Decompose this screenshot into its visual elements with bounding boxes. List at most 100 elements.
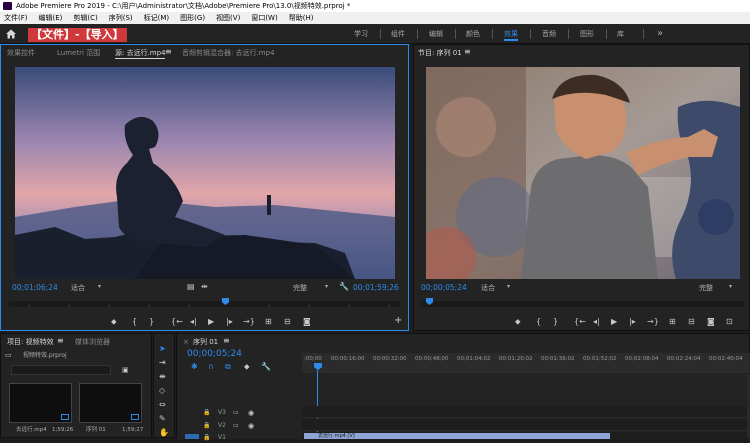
chevron-down-icon[interactable]: ▾ xyxy=(729,282,732,292)
menu-help[interactable]: 帮助(H) xyxy=(289,12,314,24)
clip-thumbnail[interactable] xyxy=(9,383,72,423)
tab-menu-icon[interactable]: ≡ xyxy=(464,47,471,57)
camera-icon[interactable]: ◙ xyxy=(707,317,715,327)
chevron-down-icon[interactable]: ▾ xyxy=(98,282,101,292)
workspace-audio[interactable]: 音频 xyxy=(542,24,556,44)
program-timecode[interactable]: 00;00;05;24 xyxy=(421,283,467,293)
search-input[interactable] xyxy=(11,365,111,375)
tab-program[interactable]: 节目: 序列 01 xyxy=(418,48,462,58)
tab-source[interactable]: 源: 去远行.mp4 xyxy=(115,48,166,58)
eye-icon[interactable]: ◉ xyxy=(248,408,254,418)
program-quality-dropdown[interactable]: 完整 xyxy=(699,283,713,293)
menu-view[interactable]: 视图(V) xyxy=(216,12,240,24)
tab-audio-clip-mixer[interactable]: 音频剪辑混合器: 去远行.mp4 xyxy=(182,48,275,58)
compare-icon[interactable]: ⊡ xyxy=(726,317,733,327)
ripple-edit-tool-icon[interactable]: ⇼ xyxy=(159,372,166,382)
workspace-assembly[interactable]: 组件 xyxy=(391,24,405,44)
chevron-down-icon[interactable]: ▾ xyxy=(507,282,510,292)
tab-menu-icon[interactable]: ≡ xyxy=(165,47,172,57)
menu-edit[interactable]: 编辑(E) xyxy=(39,12,63,24)
sync-lock-icon[interactable]: ▭ xyxy=(233,421,239,431)
workspace-color[interactable]: 颜色 xyxy=(466,24,480,44)
snap-icon[interactable]: ∩ xyxy=(208,362,214,372)
program-time-ruler[interactable] xyxy=(420,301,745,307)
selection-tool-icon[interactable]: ➤ xyxy=(159,344,166,354)
insert-icon[interactable]: ▤ xyxy=(187,282,195,292)
tab-lumetri-scopes[interactable]: Lumetri 范围 xyxy=(57,48,100,58)
tab-menu-icon[interactable]: ≡ xyxy=(57,336,64,346)
new-bin-icon[interactable]: ▣ xyxy=(122,365,129,375)
program-fit-dropdown[interactable]: 适合 xyxy=(481,283,495,293)
workspace-libraries[interactable]: 库 xyxy=(617,24,624,44)
track-v2[interactable] xyxy=(302,419,750,431)
workspace-editing[interactable]: 编辑 xyxy=(429,24,443,44)
step-back-icon[interactable]: ◂| xyxy=(593,317,600,327)
source-fit-dropdown[interactable]: 适合 xyxy=(71,283,85,293)
go-to-in-icon[interactable]: {← xyxy=(574,317,586,327)
nest-icon[interactable]: ✱ xyxy=(191,362,198,372)
menu-graphics[interactable]: 图形(G) xyxy=(180,12,205,24)
step-forward-icon[interactable]: |▸ xyxy=(629,317,636,327)
sequence-thumbnail[interactable] xyxy=(79,383,142,423)
track-v3[interactable] xyxy=(302,406,750,418)
sync-lock-icon[interactable]: ▭ xyxy=(233,408,239,418)
v1-source-patch[interactable] xyxy=(185,434,199,439)
menu-marker[interactable]: 标记(M) xyxy=(144,12,170,24)
home-icon[interactable] xyxy=(4,27,18,41)
chevron-down-icon[interactable]: ▾ xyxy=(325,282,328,292)
camera-icon[interactable]: ◙ xyxy=(303,317,311,327)
mark-in-icon[interactable]: { xyxy=(132,317,137,327)
menu-file[interactable]: 文件(F) xyxy=(4,12,28,24)
timeline-clip[interactable]: 去远行.mp4 [V] xyxy=(304,433,610,439)
step-back-icon[interactable]: ◂| xyxy=(190,317,197,327)
menu-window[interactable]: 窗口(W) xyxy=(251,12,277,24)
mark-out-icon[interactable]: } xyxy=(553,317,558,327)
settings-icon[interactable]: ⇹ xyxy=(201,282,208,292)
tab-sequence[interactable]: 序列 01 xyxy=(193,337,218,347)
workspace-learn[interactable]: 学习 xyxy=(354,24,368,44)
menu-sequence[interactable]: 序列(S) xyxy=(109,12,133,24)
go-to-out-icon[interactable]: →} xyxy=(243,317,255,327)
close-icon[interactable]: × xyxy=(183,337,189,347)
workspace-effects[interactable]: 效果 xyxy=(504,24,518,44)
timeline-ruler[interactable]: ;00;00 00;00;16;00 00;00;32;00 00;00;48;… xyxy=(302,353,750,373)
go-to-in-icon[interactable]: {← xyxy=(171,317,183,327)
step-forward-icon[interactable]: |▸ xyxy=(226,317,233,327)
lock-icon[interactable]: 🔒 xyxy=(203,421,210,431)
hand-tool-icon[interactable]: ✋ xyxy=(159,428,169,438)
plus-icon[interactable]: + xyxy=(394,316,402,326)
tab-effect-controls[interactable]: 效果控件 xyxy=(7,48,35,58)
play-icon[interactable]: ▶ xyxy=(208,317,214,327)
add-marker-icon[interactable]: ⬥ xyxy=(244,362,250,372)
track-select-tool-icon[interactable]: ⇥ xyxy=(159,358,166,368)
source-time-ruler[interactable] xyxy=(9,301,401,307)
menu-clip[interactable]: 剪辑(C) xyxy=(73,12,97,24)
marker-icon[interactable]: ⬥ xyxy=(111,317,117,327)
timeline-timecode[interactable]: 00;00;05;24 xyxy=(187,349,242,359)
mark-in-icon[interactable]: { xyxy=(536,317,541,327)
lock-icon[interactable]: 🔒 xyxy=(203,408,210,418)
lift-icon[interactable]: ⊞ xyxy=(669,317,676,327)
overwrite-clip-icon[interactable]: ⊟ xyxy=(284,317,291,327)
workspace-graphics[interactable]: 图形 xyxy=(580,24,594,44)
wrench-icon[interactable]: 🔧 xyxy=(261,362,271,372)
wrench-icon[interactable]: 🔧 xyxy=(339,282,349,292)
razor-icon[interactable]: ◇ xyxy=(159,386,165,396)
mark-out-icon[interactable]: } xyxy=(149,317,154,327)
source-quality-dropdown[interactable]: 完整 xyxy=(293,283,307,293)
linked-selection-icon[interactable]: ⧉ xyxy=(225,362,231,372)
play-icon[interactable]: ▶ xyxy=(611,317,617,327)
insert-clip-icon[interactable]: ⊞ xyxy=(265,317,272,327)
extract-icon[interactable]: ⊟ xyxy=(688,317,695,327)
lock-icon[interactable]: 🔒 xyxy=(203,433,210,443)
go-to-out-icon[interactable]: →} xyxy=(647,317,659,327)
pen-tool-icon[interactable]: ✎ xyxy=(159,414,166,424)
marker-icon[interactable]: ⬥ xyxy=(515,317,521,327)
tab-media-browser[interactable]: 媒体浏览器 xyxy=(75,337,110,347)
more-workspaces-icon[interactable]: » xyxy=(657,24,663,44)
tab-menu-icon[interactable]: ≡ xyxy=(223,336,230,346)
slip-tool-icon[interactable]: ⇔ xyxy=(159,400,166,410)
source-timecode-in[interactable]: 00;01;06;24 xyxy=(12,283,58,293)
eye-icon[interactable]: ◉ xyxy=(248,421,254,431)
tab-project[interactable]: 项目: 视频特效 xyxy=(7,337,54,347)
